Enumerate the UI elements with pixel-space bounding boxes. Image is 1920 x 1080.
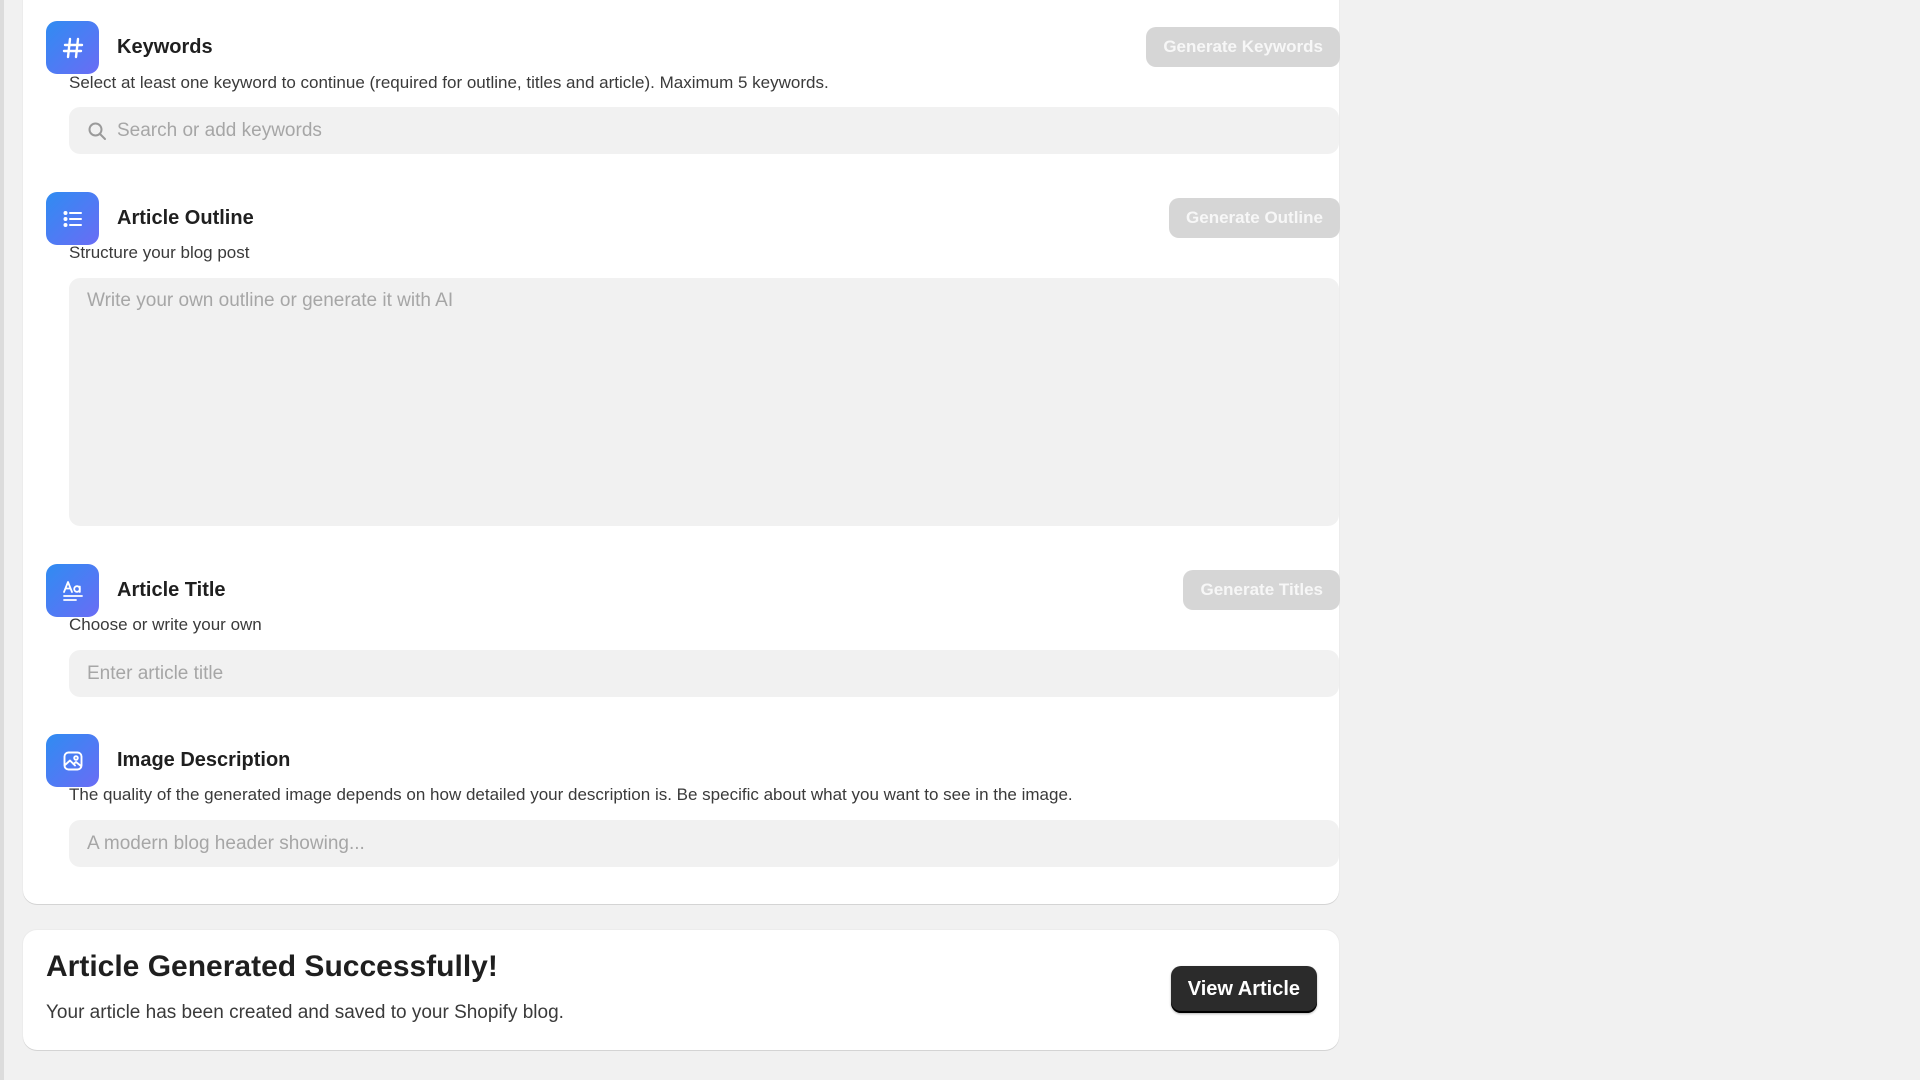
generate-keywords-button[interactable]: Generate Keywords xyxy=(1146,27,1340,67)
outline-title: Article Outline xyxy=(117,207,254,229)
success-card: Article Generated Successfully! Your art… xyxy=(23,930,1339,1050)
article-title-help-text: Choose or write your own xyxy=(69,615,262,634)
generate-titles-button[interactable]: Generate Titles xyxy=(1183,570,1340,610)
article-title-input[interactable] xyxy=(87,662,1321,685)
article-title-field[interactable] xyxy=(69,650,1339,697)
image-description-title: Image Description xyxy=(117,749,291,771)
outline-help-text: Structure your blog post xyxy=(69,243,250,262)
success-title: Article Generated Successfully! xyxy=(46,950,498,983)
image-description-field[interactable] xyxy=(69,820,1339,867)
image-description-section-header: Image Description xyxy=(46,734,1340,787)
success-message: Your article has been created and saved … xyxy=(46,1002,564,1023)
article-form-card: Keywords Generate Keywords Select at lea… xyxy=(23,0,1340,904)
keywords-title: Keywords xyxy=(117,36,213,58)
article-title-title: Article Title xyxy=(117,579,226,601)
outline-textarea[interactable] xyxy=(87,278,1321,526)
view-article-button[interactable]: View Article xyxy=(1170,966,1317,1013)
hash-icon xyxy=(46,21,99,74)
keywords-search-input[interactable] xyxy=(117,119,1321,142)
keywords-help-text: Select at least one keyword to continue … xyxy=(69,73,829,92)
title-section-header: Article Title Generate Titles xyxy=(46,564,1340,617)
text-format-icon xyxy=(46,564,99,617)
image-description-help-text: The quality of the generated image depen… xyxy=(69,785,1073,804)
image-description-input[interactable] xyxy=(87,832,1321,855)
image-icon xyxy=(46,734,99,787)
list-icon xyxy=(46,192,99,245)
page: Keywords Generate Keywords Select at lea… xyxy=(0,0,1920,1080)
keywords-search-field[interactable] xyxy=(69,107,1339,154)
keywords-section-header: Keywords Generate Keywords xyxy=(46,21,1340,74)
outline-section-header: Article Outline Generate Outline xyxy=(46,192,1340,245)
generate-outline-button[interactable]: Generate Outline xyxy=(1169,198,1340,238)
outline-textarea-field[interactable] xyxy=(69,278,1339,526)
left-edge-divider xyxy=(0,0,4,1080)
search-icon xyxy=(87,121,107,141)
